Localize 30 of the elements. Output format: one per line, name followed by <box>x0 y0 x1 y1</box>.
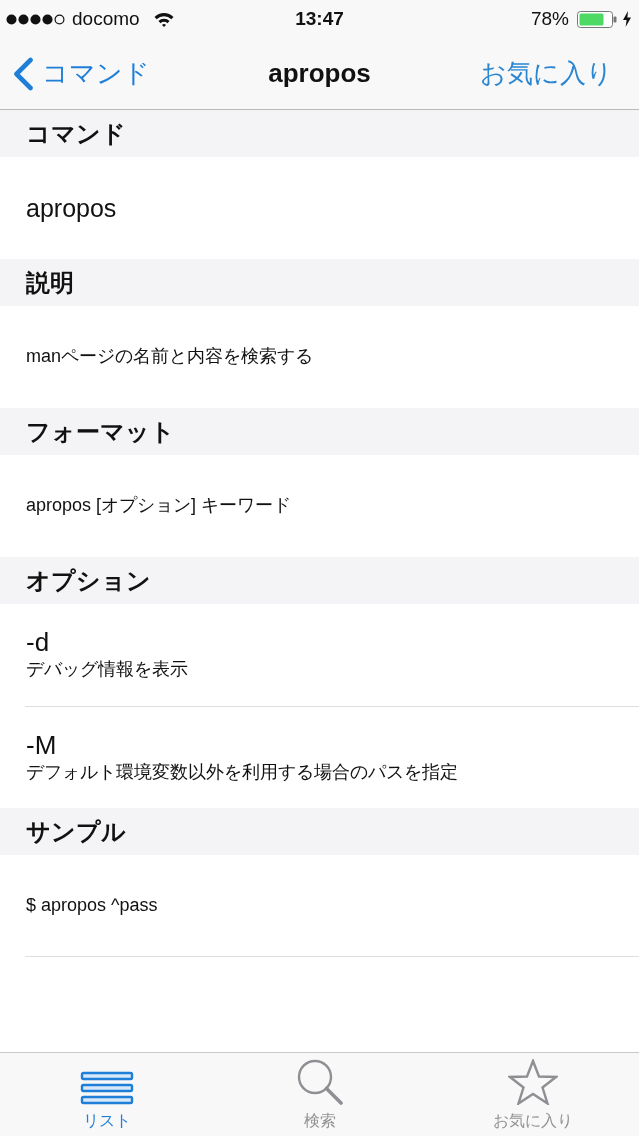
option-name: -M <box>26 730 57 761</box>
command-title: apropos <box>26 193 117 223</box>
section-header: フォーマット <box>0 408 639 455</box>
search-icon <box>296 1059 343 1105</box>
row-text: apropos [オプション] キーワード <box>26 494 292 518</box>
carrier-name: docomo <box>72 8 140 30</box>
option-description: デフォルト環境変数以外を利用する場合のパスを指定 <box>26 760 458 784</box>
signal-strength-icon <box>6 13 66 25</box>
battery-percentage: 78% <box>530 8 569 30</box>
list-icon <box>78 1071 135 1105</box>
star-icon <box>507 1059 558 1105</box>
tab-bar-item[interactable]: 検索 <box>213 1053 426 1136</box>
charging-bolt-icon <box>623 11 631 27</box>
favorite-button[interactable]: お気に入り <box>480 52 613 95</box>
option-description: デバッグ情報を表示 <box>26 658 188 682</box>
section-header: コマンド <box>0 110 639 157</box>
back-button[interactable]: コマンド <box>12 52 150 95</box>
battery-icon <box>577 10 617 28</box>
nav-title: apropos <box>268 58 371 89</box>
row-text: $ apropos ^pass <box>26 893 158 917</box>
wifi-icon <box>153 11 174 27</box>
chevron-left-icon <box>12 56 34 91</box>
tab-bar-item[interactable]: お気に入り <box>426 1053 639 1136</box>
section-header: オプション <box>0 557 639 604</box>
option-name: -d <box>26 628 50 659</box>
tab-bar-item[interactable]: リスト <box>0 1053 213 1136</box>
section-header: サンプル <box>0 808 639 855</box>
row-text: manページの名前と内容を検索する <box>26 345 313 369</box>
status-time: 13:47 <box>295 8 344 30</box>
section-header: 説明 <box>0 259 639 306</box>
